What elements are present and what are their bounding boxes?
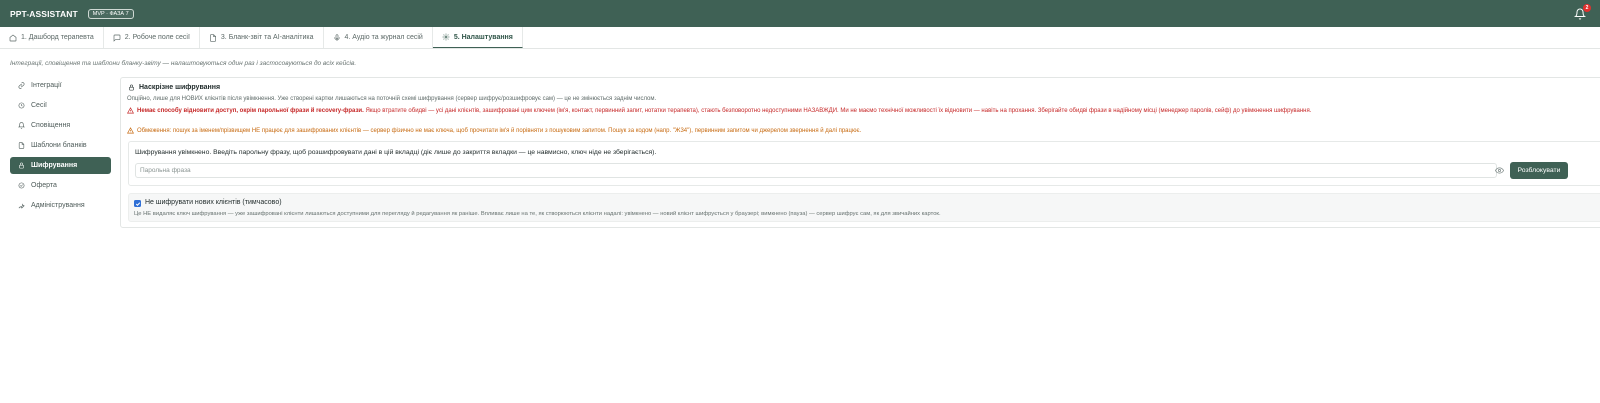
encryption-description: Опційно, лише для НОВИХ клієнтів після у… [127,96,657,102]
main-tabs: 1. Дашборд терапевта 2. Робоче поле сесі… [0,27,1600,49]
sidebar-item-label: Сесії [31,102,47,109]
passphrase-input[interactable] [135,163,1497,178]
warning-text: Якщо втратите обидві — усі дані клієнтів… [365,107,1312,114]
sidebar-item-label: Шаблони бланків [31,142,87,149]
sidebar-item-administration[interactable]: Адміністрування [10,197,111,214]
sidebar-item-encryption[interactable]: Шифрування [10,157,111,174]
unlock-section: Шифрування увімкнено. Введіть парольну ф… [128,141,1600,186]
clock-icon [18,102,25,109]
document-icon [18,142,25,149]
sidebar-item-label: Адміністрування [31,202,85,209]
gear-icon [442,33,450,41]
bell-icon [18,122,25,129]
tab-session-workspace[interactable]: 2. Робоче поле сесії [104,27,200,48]
tab-label: 2. Робоче поле сесії [124,34,190,41]
lock-icon [19,162,24,169]
warning-icon [127,127,134,134]
sidebar-item-label: Сповіщення [31,122,71,129]
pause-encryption-help: Це НЕ видаляє ключ шифрування — уже заши… [134,211,941,217]
tab-settings[interactable]: 5. Налаштування [432,27,523,48]
tab-therapist-dashboard[interactable]: 1. Дашборд терапевта [0,27,104,48]
encryption-panel-header: Наскрізне шифрування [128,84,220,91]
unlock-button[interactable]: Розблокувати [1510,162,1568,179]
warning-bold-text: Немає способу відновити доступ, окрім па… [137,107,364,114]
sidebar-item-label: Оферта [31,182,57,189]
tab-label: 5. Налаштування [453,33,513,41]
search-limitation-warning: Обмеження: пошук за іменем/прізвищем НЕ … [127,127,861,134]
sidebar-item-label: Інтеграції [31,82,62,89]
pause-encryption-checkbox[interactable] [134,200,141,207]
phase-badge: MVP · ФАЗА 7 [87,8,134,19]
top-bar: PPT-ASSISTANT MVP · ФАЗА 7 2 [0,0,1600,27]
tab-report-analytics[interactable]: 3. Бланк-звіт та AI-аналітика [200,27,324,48]
checkmark-icon [135,201,140,206]
home-icon [9,34,17,41]
sidebar-item-offer[interactable]: Оферта [10,177,111,194]
show-password-eye-icon[interactable] [1495,167,1504,174]
chat-icon [113,34,121,42]
lock-icon [129,84,134,91]
sidebar-item-notifications[interactable]: Сповіщення [10,117,111,134]
document-icon [209,33,216,42]
encryption-title: Наскрізне шифрування [139,84,221,91]
pause-encryption-label[interactable]: Не шифрувати нових клієнтів (тимчасово) [145,199,282,206]
notifications-count-badge: 2 [1583,4,1591,12]
settings-intro-text: Інтеграції, сповіщення та шаблони бланку… [10,60,357,67]
link-icon [18,82,25,89]
sidebar-item-templates[interactable]: Шаблони бланків [10,137,111,154]
sidebar-item-integrations[interactable]: Інтеграції [10,77,111,94]
pause-encryption-section: Не шифрувати нових клієнтів (тимчасово) … [128,193,1600,222]
tab-label: 4. Аудіо та журнал сесій [344,34,423,41]
sidebar-item-sessions[interactable]: Сесії [10,97,111,114]
tab-audio-journal[interactable]: 4. Аудіо та журнал сесій [324,27,433,48]
tab-label: 1. Дашборд терапевта [21,34,94,41]
irreversible-warning: Немає способу відновити доступ, окрім па… [127,107,1311,114]
limitation-text: Обмеження: пошук за іменем/прізвищем НЕ … [137,127,862,134]
app-brand: PPT-ASSISTANT [10,8,78,19]
sidebar-item-label: Шифрування [31,162,78,169]
settings-sidebar: Інтеграції Сесії Сповіщення Шаблони блан… [10,77,111,217]
wrench-icon [18,203,25,209]
tab-label: 3. Бланк-звіт та AI-аналітика [220,34,314,41]
check-circle-icon [18,182,25,189]
encryption-panel: Наскрізне шифрування Опційно, лише для Н… [120,77,1600,228]
unlock-instructions: Шифрування увімкнено. Введіть парольну ф… [135,149,657,156]
warning-icon [127,107,134,114]
microphone-icon [333,33,340,41]
